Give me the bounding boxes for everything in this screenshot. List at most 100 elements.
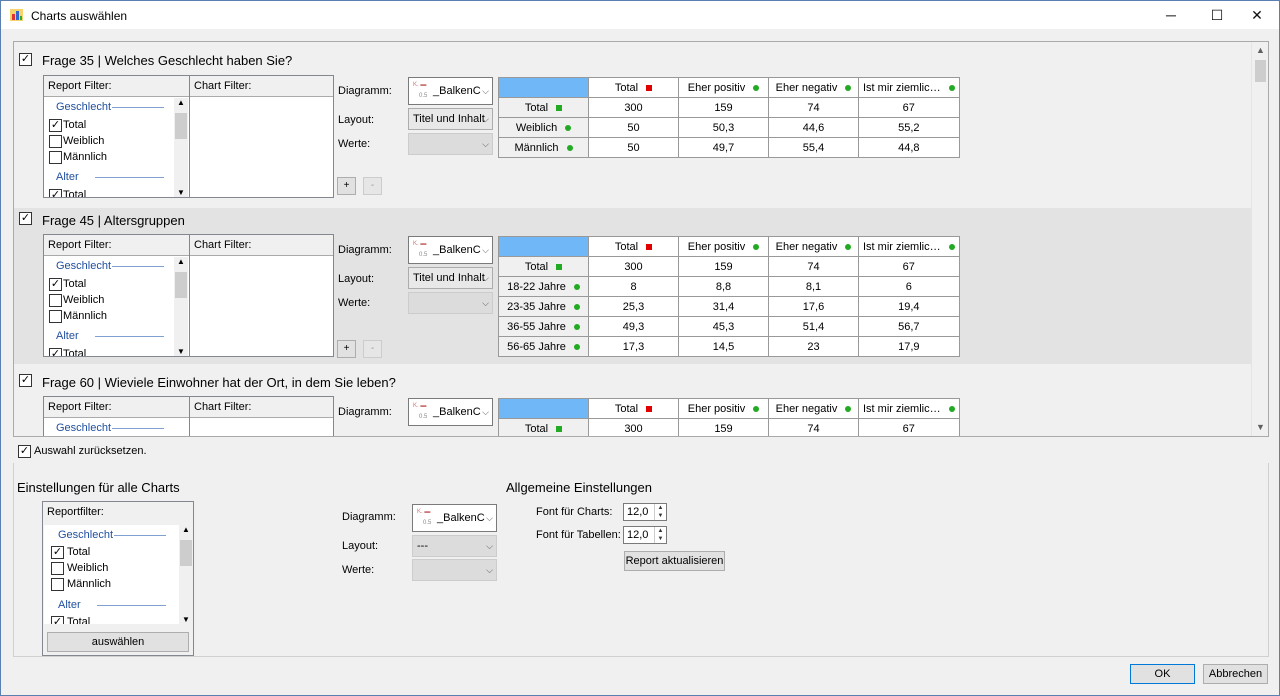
select-button[interactable]: auswählen bbox=[47, 632, 189, 652]
filter-scrollbar[interactable]: ▲ ▼ bbox=[174, 257, 188, 356]
ok-button[interactable]: OK bbox=[1130, 664, 1195, 684]
cell-value: 300 bbox=[624, 422, 643, 435]
filter-checkbox-weiblich[interactable] bbox=[49, 135, 62, 148]
series-marker-dot-icon bbox=[845, 405, 852, 412]
werte-select[interactable]: ⌵ bbox=[408, 292, 493, 314]
section-title: Frage 35 | Welches Geschlecht haben Sie? bbox=[42, 53, 293, 68]
scroll-down-icon[interactable]: ▼ bbox=[174, 347, 188, 356]
general-settings-heading: Allgemeine Einstellungen bbox=[506, 480, 652, 495]
section-checkbox[interactable]: ✓ bbox=[19, 212, 32, 225]
cell-value: 25,3 bbox=[622, 300, 645, 313]
header-label: Eher negativ bbox=[775, 402, 838, 415]
scroll-up-icon[interactable]: ▲ bbox=[174, 257, 188, 266]
diagram-value: _BalkenC bbox=[433, 244, 481, 256]
cell-value: 49,7 bbox=[712, 141, 735, 154]
add-button[interactable]: + bbox=[337, 340, 356, 358]
filter-checkbox-alter-total[interactable]: ✓ bbox=[49, 189, 62, 197]
report-filter-list[interactable]: Geschlecht bbox=[45, 419, 188, 436]
table-cell: 44,6 bbox=[768, 117, 859, 138]
remove-button[interactable]: - bbox=[363, 177, 382, 195]
reset-checkbox[interactable]: ✓ bbox=[18, 445, 31, 458]
cell-value: 44,8 bbox=[898, 141, 920, 154]
scroll-up-icon[interactable]: ▲ bbox=[179, 525, 193, 534]
cell-value: 17,6 bbox=[802, 300, 825, 313]
header-label: Total bbox=[614, 81, 639, 94]
cell-value: 6 bbox=[905, 280, 912, 293]
report-filter-list[interactable]: Geschlecht ✓ Total Weiblich Männlich Alt… bbox=[45, 257, 188, 356]
filter-checkbox-maennlich[interactable] bbox=[49, 151, 62, 164]
cell-value: 300 bbox=[624, 260, 643, 273]
chevron-down-icon: ⌵ bbox=[486, 541, 493, 551]
cell-value: 51,4 bbox=[802, 320, 825, 333]
chart-section-frage-45: ✓ Frage 45 | Altersgruppen Report Filter… bbox=[14, 208, 1252, 364]
scroll-thumb[interactable] bbox=[175, 272, 187, 298]
table-cell: 51,4 bbox=[768, 316, 859, 337]
close-button[interactable]: ✕ bbox=[1234, 1, 1280, 29]
row-header-cell: Total bbox=[498, 256, 589, 277]
werte-select[interactable]: ⌵ bbox=[408, 133, 493, 155]
chart-list-scrollbar[interactable]: ▲ ▼ bbox=[1251, 42, 1268, 436]
scroll-up-icon[interactable]: ▲ bbox=[1252, 42, 1268, 59]
filter-checkbox-total[interactable]: ✓ bbox=[49, 278, 62, 291]
chart-filter-header: Chart Filter: bbox=[190, 235, 333, 256]
scroll-thumb[interactable] bbox=[1255, 60, 1266, 82]
scroll-thumb[interactable] bbox=[175, 113, 187, 139]
section-checkbox[interactable]: ✓ bbox=[19, 374, 32, 387]
global-diagram-select[interactable]: K. ▬ 0.5 _BalkenC ⌵ bbox=[412, 504, 497, 532]
diagram-select[interactable]: K. ▬ 0.5 _BalkenC ⌵ bbox=[408, 236, 493, 264]
layout-select[interactable]: Titel und Inhalt ⌵ bbox=[408, 108, 493, 130]
add-button[interactable]: + bbox=[337, 177, 356, 195]
scroll-up-icon[interactable]: ▲ bbox=[174, 98, 188, 107]
group-alter: Alter bbox=[56, 171, 79, 183]
chart-list-panel[interactable]: ✓ Frage 35 | Welches Geschlecht haben Si… bbox=[13, 41, 1269, 437]
scroll-thumb[interactable] bbox=[180, 540, 192, 566]
table-header-cell: Eher negativ bbox=[768, 236, 859, 257]
group-geschlecht: Geschlecht bbox=[56, 422, 112, 434]
layout-label: Layout: bbox=[338, 273, 375, 285]
filter-checkbox-total[interactable]: ✓ bbox=[51, 546, 64, 559]
layout-select[interactable]: Titel und Inhalt ⌵ bbox=[408, 267, 493, 289]
scroll-down-icon[interactable]: ▼ bbox=[174, 188, 188, 197]
layout-label: Layout: bbox=[338, 114, 375, 126]
up-down-icon[interactable]: ▲ ▼ bbox=[654, 504, 666, 520]
filter-scrollbar[interactable]: ▲ ▼ bbox=[174, 98, 188, 197]
table-cell: 49,7 bbox=[678, 137, 769, 158]
font-charts-spinner[interactable]: 12,0 ▲ ▼ bbox=[623, 503, 667, 521]
report-filter-list[interactable]: Geschlecht ✓ Total Weiblich Männlich Alt… bbox=[45, 98, 188, 197]
table-cell: 56,7 bbox=[858, 316, 960, 337]
filter-checkbox-maennlich[interactable] bbox=[49, 310, 62, 323]
header-label: Total bbox=[614, 240, 639, 253]
remove-button[interactable]: - bbox=[363, 340, 382, 358]
global-filter-list[interactable]: Geschlecht ✓ Total Weiblich Männlich Alt… bbox=[44, 525, 193, 624]
font-tables-spinner[interactable]: 12,0 ▲ ▼ bbox=[623, 526, 667, 544]
up-down-icon[interactable]: ▲ ▼ bbox=[654, 527, 666, 543]
chevron-down-icon: ⌵ bbox=[486, 565, 493, 575]
filter-checkbox-weiblich[interactable] bbox=[51, 562, 64, 575]
werte-label: Werte: bbox=[338, 297, 371, 309]
scroll-down-icon[interactable]: ▼ bbox=[1252, 419, 1268, 436]
global-werte-select[interactable]: ⌵ bbox=[412, 559, 497, 581]
filter-checkbox-weiblich[interactable] bbox=[49, 294, 62, 307]
cancel-button[interactable]: Abbrechen bbox=[1203, 664, 1268, 684]
cell-value: 8,1 bbox=[805, 280, 822, 293]
scroll-down-icon[interactable]: ▼ bbox=[179, 615, 193, 624]
section-checkbox[interactable]: ✓ bbox=[19, 53, 32, 66]
filter-checkbox-alter-total[interactable]: ✓ bbox=[49, 348, 62, 356]
table-row: 18-22 Jahre 8 8,8 8,1 6 bbox=[498, 276, 960, 297]
minimize-button[interactable]: ─ bbox=[1148, 1, 1194, 29]
filter-item-maennlich: Männlich bbox=[67, 578, 112, 590]
cell-value: 36-55 Jahre bbox=[507, 320, 566, 333]
filter-scrollbar[interactable]: ▲ ▼ bbox=[179, 525, 193, 624]
table-row: Total 300 159 74 67 bbox=[498, 418, 960, 436]
diagram-select[interactable]: K. ▬ 0.5 _BalkenC ⌵ bbox=[408, 398, 493, 426]
filter-checkbox-alter-total[interactable]: ✓ bbox=[51, 616, 64, 624]
header-label: Ist mir ziemlic… bbox=[863, 240, 941, 253]
update-report-button[interactable]: Report aktualisieren bbox=[624, 551, 725, 571]
filter-checkbox-total[interactable]: ✓ bbox=[49, 119, 62, 132]
diagram-select[interactable]: K. ▬ 0.5 _BalkenC ⌵ bbox=[408, 77, 493, 105]
series-marker-dot-icon bbox=[565, 124, 572, 131]
cell-value: 55,2 bbox=[898, 121, 920, 134]
global-layout-select[interactable]: --- ⌵ bbox=[412, 535, 497, 557]
filter-checkbox-maennlich[interactable] bbox=[51, 578, 64, 591]
layout-value: Titel und Inhalt bbox=[413, 113, 485, 125]
